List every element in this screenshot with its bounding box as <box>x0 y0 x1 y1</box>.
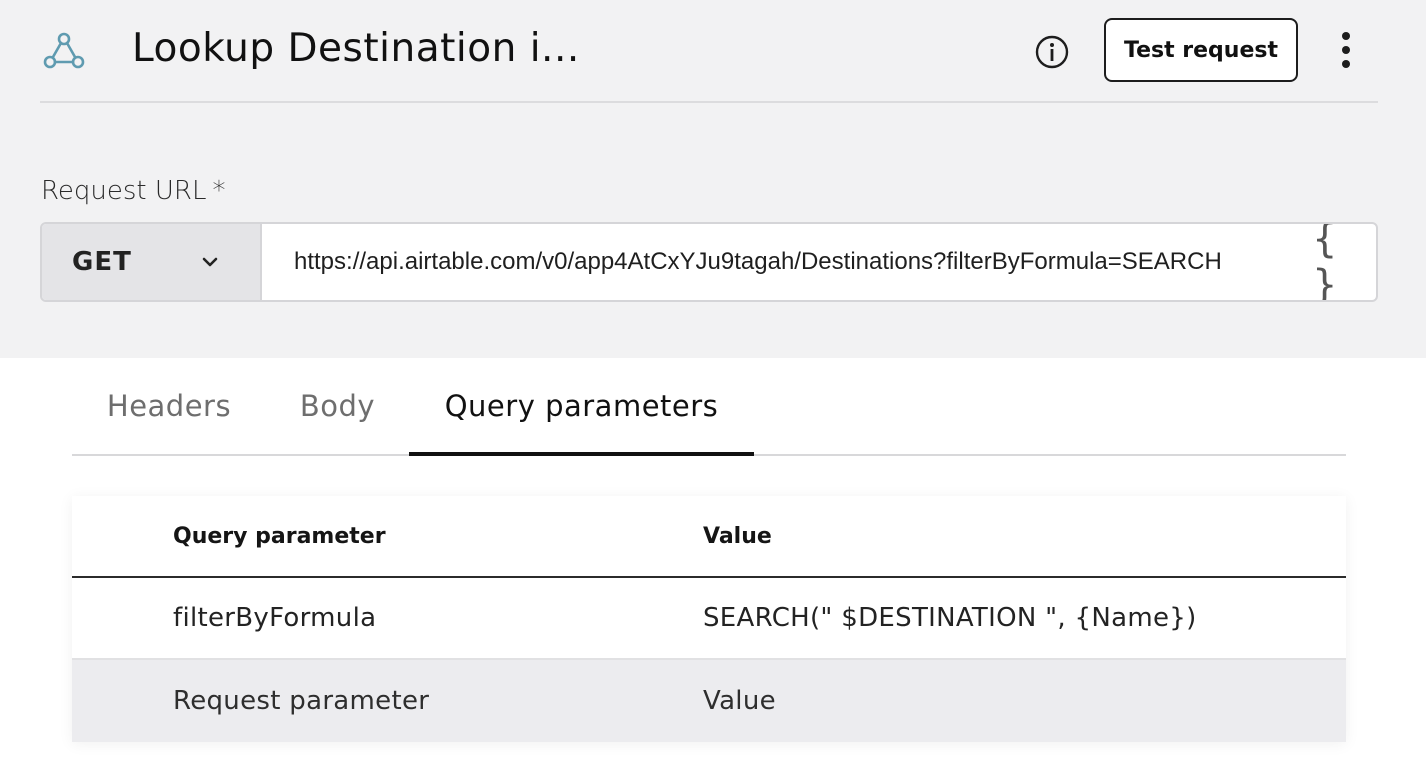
table-header: Query parameter Value <box>72 496 1346 578</box>
header-bar: Lookup Destination i... Test request <box>40 0 1378 103</box>
parameter-value-cell[interactable]: SEARCH(" $DESTINATION ", {Name}) <box>703 578 1323 658</box>
column-header-parameter: Query parameter <box>173 523 386 549</box>
column-header-value: Value <box>703 523 772 549</box>
more-dot <box>1342 60 1350 68</box>
request-url-label-text: Request URL <box>41 176 207 206</box>
tab-query-parameters[interactable]: Query parameters <box>409 358 754 456</box>
tab-headers[interactable]: Headers <box>72 358 266 454</box>
more-dot <box>1342 32 1350 40</box>
chevron-down-icon <box>202 257 218 267</box>
method-value: GET <box>72 247 132 277</box>
test-request-button[interactable]: Test request <box>1104 18 1298 82</box>
variables-icon[interactable]: { } <box>1312 224 1358 300</box>
request-url-input[interactable]: https://api.airtable.com/v0/app4AtCxYJu9… <box>262 224 1376 300</box>
tab-bar: Headers Body Query parameters <box>72 358 1346 456</box>
tab-body[interactable]: Body <box>266 358 409 454</box>
more-vertical-icon[interactable] <box>1328 28 1364 72</box>
table-row[interactable]: filterByFormula SEARCH(" $DESTINATION ",… <box>72 578 1346 660</box>
required-marker: * <box>212 176 226 206</box>
parameter-name-cell[interactable]: filterByFormula <box>173 578 693 658</box>
request-url-row: GET https://api.airtable.com/v0/app4AtCx… <box>40 222 1378 302</box>
query-parameters-table: Query parameter Value filterByFormula SE… <box>72 496 1346 742</box>
page-title: Lookup Destination i... <box>132 26 580 71</box>
new-parameter-name-input[interactable]: Request parameter <box>173 660 693 742</box>
method-select[interactable]: GET <box>42 224 262 300</box>
more-dot <box>1342 46 1350 54</box>
request-url-value: https://api.airtable.com/v0/app4AtCxYJu9… <box>294 248 1222 275</box>
info-icon[interactable] <box>1034 34 1070 70</box>
request-config-panel: Lookup Destination i... Test request Req… <box>0 0 1426 358</box>
request-url-label: Request URL * <box>41 176 225 206</box>
webhook-icon <box>43 32 85 69</box>
new-parameter-value-input[interactable]: Value <box>703 660 1323 742</box>
new-parameter-row[interactable]: Request parameter Value <box>72 660 1346 742</box>
